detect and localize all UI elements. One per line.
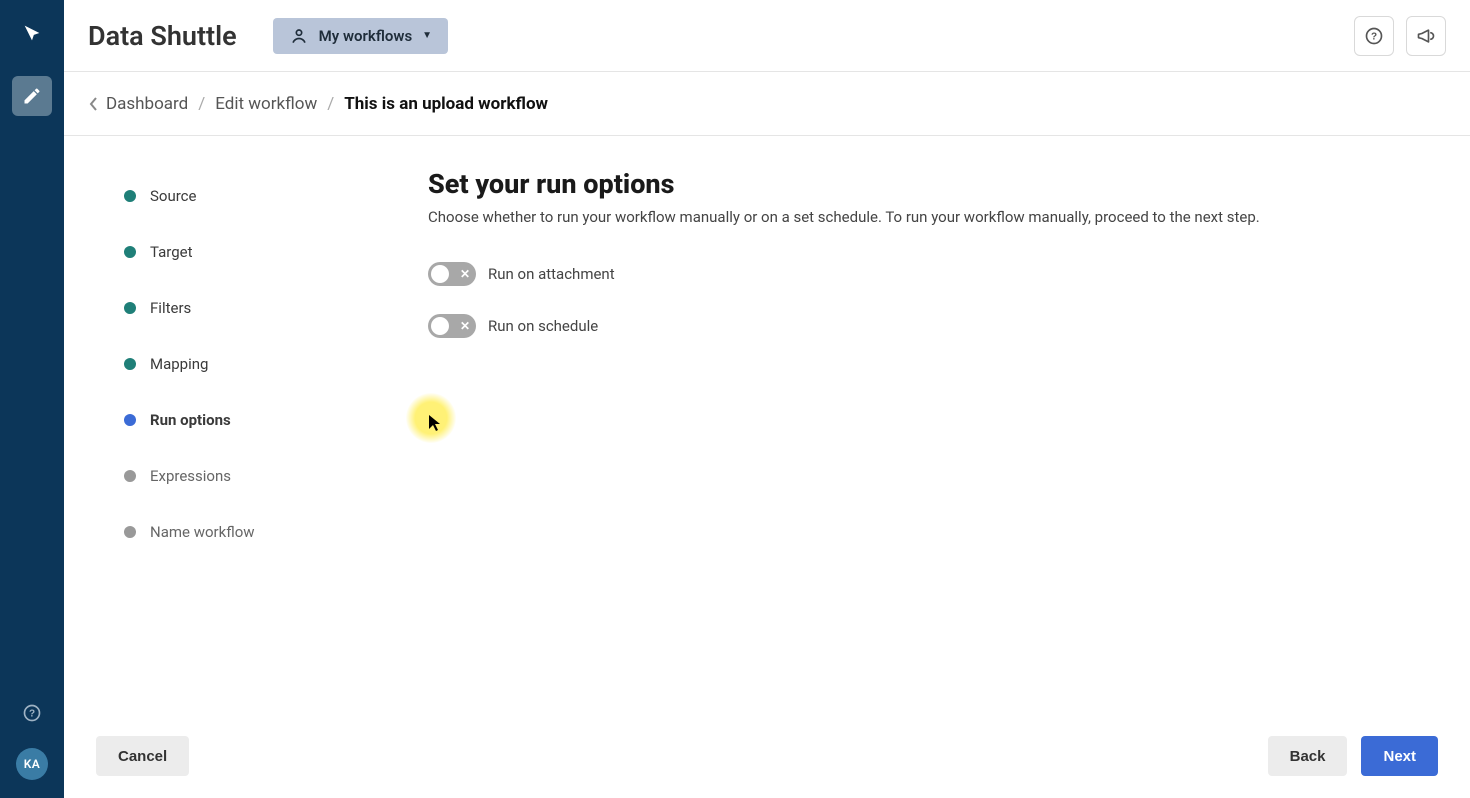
step-label: Mapping <box>150 355 208 373</box>
edit-button[interactable] <box>12 76 52 116</box>
step-dot-icon <box>124 302 136 314</box>
breadcrumb-edit-workflow[interactable]: Edit workflow <box>215 94 317 114</box>
close-icon: ✕ <box>460 267 470 281</box>
workflow-selector-label: My workflows <box>319 27 413 45</box>
breadcrumb-back-icon[interactable] <box>88 96 100 112</box>
left-rail: ? KA <box>0 0 64 798</box>
svg-text:?: ? <box>1371 31 1377 42</box>
cancel-button[interactable]: Cancel <box>96 736 189 776</box>
workflow-selector[interactable]: My workflows ▼ <box>273 18 448 54</box>
pencil-icon <box>22 86 42 106</box>
step-source[interactable]: Source <box>124 168 418 224</box>
step-label: Name workflow <box>150 523 255 541</box>
app-logo-icon[interactable] <box>19 20 45 46</box>
toggle-run-on-attachment[interactable]: ✕ <box>428 262 476 286</box>
breadcrumb-separator: / <box>198 94 205 114</box>
breadcrumb-separator: / <box>327 94 334 114</box>
help-icon: ? <box>22 703 42 723</box>
breadcrumb-dashboard[interactable]: Dashboard <box>106 94 188 114</box>
footer: Cancel Back Next <box>64 714 1470 798</box>
step-expressions[interactable]: Expressions <box>124 448 418 504</box>
step-target[interactable]: Target <box>124 224 418 280</box>
main-content: Source Target Filters Mapping Run option… <box>64 136 1470 714</box>
breadcrumb: Dashboard / Edit workflow / This is an u… <box>64 72 1470 136</box>
header-help-button[interactable]: ? <box>1354 16 1394 56</box>
announcements-button[interactable] <box>1406 16 1446 56</box>
back-button[interactable]: Back <box>1268 736 1348 776</box>
step-dot-icon <box>124 414 136 426</box>
rail-help-button[interactable]: ? <box>21 702 43 724</box>
person-icon <box>289 26 309 46</box>
user-avatar[interactable]: KA <box>16 748 48 780</box>
content-panel: Set your run options Choose whether to r… <box>418 168 1446 714</box>
toggle-row-schedule: ✕ Run on schedule <box>428 314 1446 338</box>
help-icon: ? <box>1364 26 1384 46</box>
header: Data Shuttle My workflows ▼ ? <box>64 0 1470 72</box>
step-dot-icon <box>124 246 136 258</box>
page-subtitle: Choose whether to run your workflow manu… <box>428 208 1446 226</box>
breadcrumb-current: This is an upload workflow <box>344 94 548 114</box>
close-icon: ✕ <box>460 319 470 333</box>
step-label: Expressions <box>150 467 231 485</box>
step-mapping[interactable]: Mapping <box>124 336 418 392</box>
step-label: Source <box>150 187 196 205</box>
step-label: Target <box>150 243 193 261</box>
step-label: Run options <box>150 411 231 429</box>
step-dot-icon <box>124 358 136 370</box>
step-filters[interactable]: Filters <box>124 280 418 336</box>
toggle-run-on-schedule[interactable]: ✕ <box>428 314 476 338</box>
step-label: Filters <box>150 299 191 317</box>
step-dot-icon <box>124 470 136 482</box>
megaphone-icon <box>1416 26 1436 46</box>
app-title: Data Shuttle <box>88 20 237 52</box>
toggle-row-attachment: ✕ Run on attachment <box>428 262 1446 286</box>
step-run-options[interactable]: Run options <box>124 392 418 448</box>
step-name-workflow[interactable]: Name workflow <box>124 504 418 560</box>
page-heading: Set your run options <box>428 168 1446 200</box>
step-dot-icon <box>124 190 136 202</box>
toggle-knob <box>431 317 449 335</box>
chevron-down-icon: ▼ <box>422 30 432 41</box>
step-dot-icon <box>124 526 136 538</box>
next-button[interactable]: Next <box>1361 736 1438 776</box>
toggle-knob <box>431 265 449 283</box>
toggle-label: Run on attachment <box>488 265 615 283</box>
wizard-steps: Source Target Filters Mapping Run option… <box>88 168 418 714</box>
svg-text:?: ? <box>29 708 35 719</box>
toggle-label: Run on schedule <box>488 317 598 335</box>
